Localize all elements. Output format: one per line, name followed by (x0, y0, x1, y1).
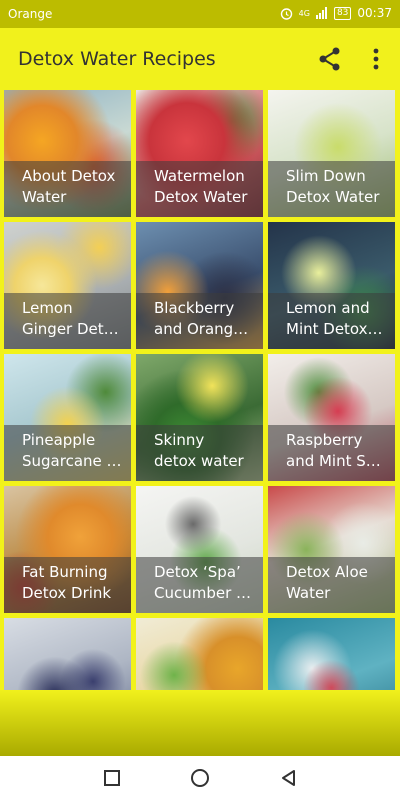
recipe-title-line2: Sugarcane … (22, 452, 122, 470)
recipe-tile[interactable]: Watermelon Detox Water (136, 90, 263, 217)
bottom-fade (0, 690, 400, 756)
recipe-caption: Slim Down Detox Water (268, 161, 395, 217)
circle-icon[interactable] (188, 766, 212, 790)
recipe-caption: Fat Burning Detox Drink (4, 557, 131, 613)
share-icon[interactable] (316, 45, 344, 73)
recipe-image (136, 618, 263, 690)
recipe-title-line2: Cucumber … (154, 584, 252, 602)
system-nav-bar (0, 756, 400, 800)
recipe-caption: Watermelon Detox Water (136, 161, 263, 217)
recipe-caption: About Detox Water (4, 161, 131, 217)
status-bar: Orange 4G 83 00:37 (0, 0, 400, 28)
recipe-title-line1: Detox Aloe (286, 563, 368, 581)
app-title: Detox Water Recipes (18, 48, 216, 70)
recipe-caption: Detox ‘Spa’ Cucumber … (136, 557, 263, 613)
recipe-title-line1: About Detox (22, 167, 116, 185)
battery-indicator: 83 (333, 6, 352, 20)
recipe-tile[interactable]: Pineapple Sugarcane … (4, 354, 131, 481)
square-icon[interactable] (100, 766, 124, 790)
recipe-title-line1: Blackberry (154, 299, 235, 317)
recipe-title-line2: Water (22, 188, 67, 206)
recipe-title-line2: Ginger Det… (22, 320, 119, 338)
recipe-caption: Lemon Ginger Det… (4, 293, 131, 349)
recipe-caption: Detox Aloe Water (268, 557, 395, 613)
recipe-caption: Pineapple Sugarcane … (4, 425, 131, 481)
recipe-title-line2: detox water (154, 452, 244, 470)
recipe-title-line2: Detox Water (154, 188, 248, 206)
recipe-image (268, 618, 395, 690)
recipe-tile[interactable]: Detox ‘Spa’ Cucumber … (136, 486, 263, 613)
battery-level: 83 (336, 7, 349, 18)
more-vert-icon[interactable] (364, 45, 388, 73)
recipe-tile[interactable] (4, 618, 131, 690)
status-icons: 4G 83 00:37 (280, 6, 392, 20)
app-bar: Detox Water Recipes (0, 28, 400, 90)
recipe-title-line1: Lemon (22, 299, 73, 317)
signal-icon (315, 7, 327, 19)
clock: 00:37 (357, 6, 392, 20)
triangle-back-icon[interactable] (276, 766, 300, 790)
recipe-title-line1: Watermelon (154, 167, 245, 185)
recipe-title-line1: Skinny (154, 431, 205, 449)
recipe-title-line2: Detox Drink (22, 584, 112, 602)
recipe-tile[interactable]: Lemon and Mint Detox… (268, 222, 395, 349)
carrier-label: Orange (8, 7, 53, 21)
recipe-title-line1: Slim Down (286, 167, 366, 185)
recipe-tile[interactable]: Blackberry and Orang… (136, 222, 263, 349)
recipe-tile[interactable]: Raspberry and Mint S… (268, 354, 395, 481)
recipe-caption: Lemon and Mint Detox… (268, 293, 395, 349)
recipe-title-line2: and Mint S… (286, 452, 381, 470)
recipe-tile[interactable] (136, 618, 263, 690)
recipe-title-line1: Fat Burning (22, 563, 108, 581)
alarm-icon (280, 7, 292, 20)
recipe-title-line2: Water (286, 584, 331, 602)
recipe-title-line2: Mint Detox… (286, 320, 383, 338)
recipe-title-line1: Detox ‘Spa’ (154, 563, 241, 581)
recipe-tile[interactable] (268, 618, 395, 690)
recipe-caption: Skinny detox water (136, 425, 263, 481)
recipe-tile[interactable]: About Detox Water (4, 90, 131, 217)
recipe-tile[interactable]: Lemon Ginger Det… (4, 222, 131, 349)
recipe-image (4, 618, 131, 690)
network-label: 4G (298, 8, 310, 18)
recipe-title-line1: Pineapple (22, 431, 96, 449)
recipe-caption: Blackberry and Orang… (136, 293, 263, 349)
recipe-grid: About Detox Water Watermelon Detox Water… (4, 90, 396, 690)
recipe-tile[interactable]: Skinny detox water (136, 354, 263, 481)
recipe-title-line2: and Orang… (154, 320, 249, 338)
recipe-tile[interactable]: Fat Burning Detox Drink (4, 486, 131, 613)
recipe-tile[interactable]: Slim Down Detox Water (268, 90, 395, 217)
recipe-caption: Raspberry and Mint S… (268, 425, 395, 481)
recipe-title-line2: Detox Water (286, 188, 380, 206)
recipe-title-line1: Raspberry (286, 431, 363, 449)
recipe-tile[interactable]: Detox Aloe Water (268, 486, 395, 613)
recipe-title-line1: Lemon and (286, 299, 370, 317)
